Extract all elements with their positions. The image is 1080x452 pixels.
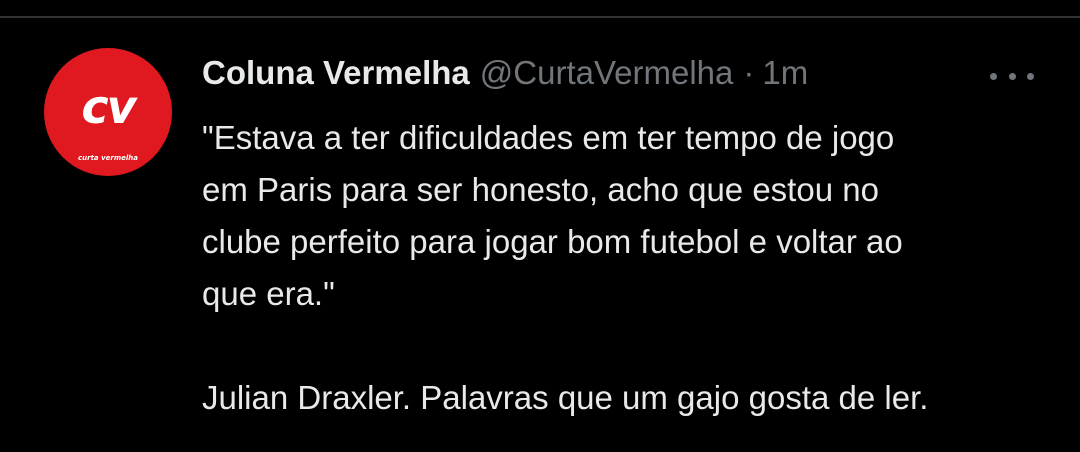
timestamp[interactable]: 1m — [762, 50, 808, 96]
tweet-text-line: que era." — [202, 275, 335, 312]
separator-dot: · — [743, 54, 755, 91]
tweet-header: Coluna Vermelha @CurtaVermelha · 1m — [202, 50, 808, 96]
tweet-text-line: clube perfeito para jogar bom futebol e … — [202, 223, 903, 260]
more-dot — [1027, 72, 1034, 80]
tweet[interactable]: cv curta vermelha Coluna Vermelha @Curta… — [0, 18, 1080, 452]
user-handle[interactable]: @CurtaVermelha — [480, 50, 734, 96]
more-dot — [990, 72, 997, 80]
more-dot — [1008, 72, 1016, 80]
tweet-text-line: Julian Draxler. Palavras que um gajo gos… — [202, 379, 929, 416]
tweet-text-line: em Paris para ser honesto, acho que esto… — [202, 171, 879, 208]
avatar[interactable]: cv curta vermelha — [44, 48, 172, 176]
avatar-initials: cv — [81, 80, 136, 134]
avatar-caption: curta vermelha — [77, 154, 138, 162]
display-name[interactable]: Coluna Vermelha — [202, 50, 470, 96]
more-horizontal-icon[interactable] — [990, 66, 1034, 86]
tweet-text: "Estava a ter dificuldades em ter tempo … — [202, 112, 1042, 424]
tweet-text-line: "Estava a ter dificuldades em ter tempo … — [202, 119, 895, 156]
